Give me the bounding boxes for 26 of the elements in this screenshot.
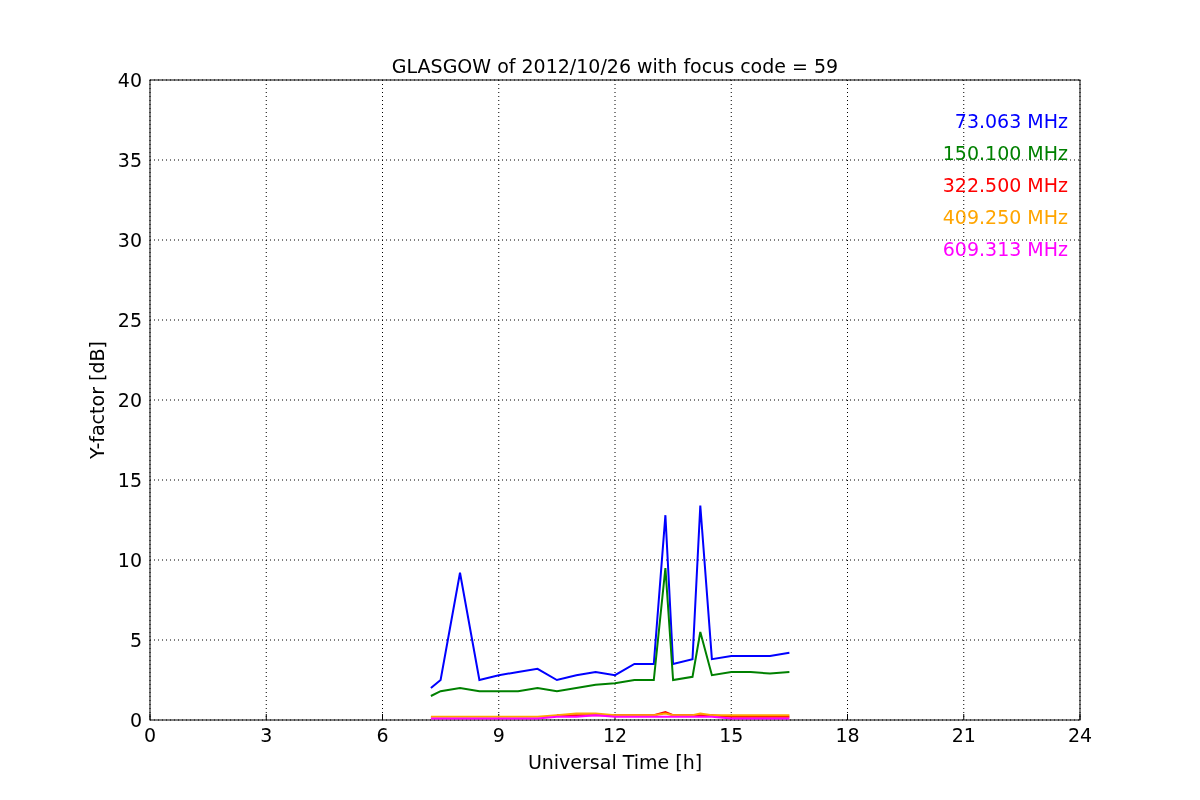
- tick-label: 0: [143, 724, 157, 746]
- legend-label: 73.063 MHz: [954, 110, 1068, 132]
- chart-title: GLASGOW of 2012/10/26 with focus code = 59: [391, 55, 839, 77]
- tick-label: 18: [835, 724, 860, 746]
- tick-label: 15: [719, 724, 744, 746]
- tick-label: 25: [117, 309, 142, 331]
- tick-label: 40: [117, 69, 142, 91]
- tick-label: 21: [951, 724, 976, 746]
- y-axis-label: Y-factor [dB]: [86, 341, 108, 459]
- tick-label: 3: [260, 724, 273, 746]
- tick-label: 24: [1067, 724, 1093, 746]
- tick-label: 15: [117, 469, 142, 491]
- tick-label: 10: [117, 549, 142, 571]
- tick-label: 6: [376, 724, 389, 746]
- x-axis-label: Universal Time [h]: [527, 751, 703, 773]
- legend-label: 609.313 MHz: [942, 238, 1068, 260]
- tick-label: 30: [117, 229, 142, 251]
- legend-label: 409.250 MHz: [942, 206, 1068, 228]
- tick-label: 9: [492, 724, 505, 746]
- tick-label: 12: [602, 724, 628, 746]
- tick-label: 5: [129, 629, 142, 651]
- tick-label: 20: [117, 389, 142, 411]
- tick-label: 35: [117, 149, 142, 171]
- legend-label: 150.100 MHz: [942, 142, 1068, 164]
- tick-label: 0: [129, 709, 142, 731]
- legend-label: 322.500 MHz: [942, 174, 1068, 196]
